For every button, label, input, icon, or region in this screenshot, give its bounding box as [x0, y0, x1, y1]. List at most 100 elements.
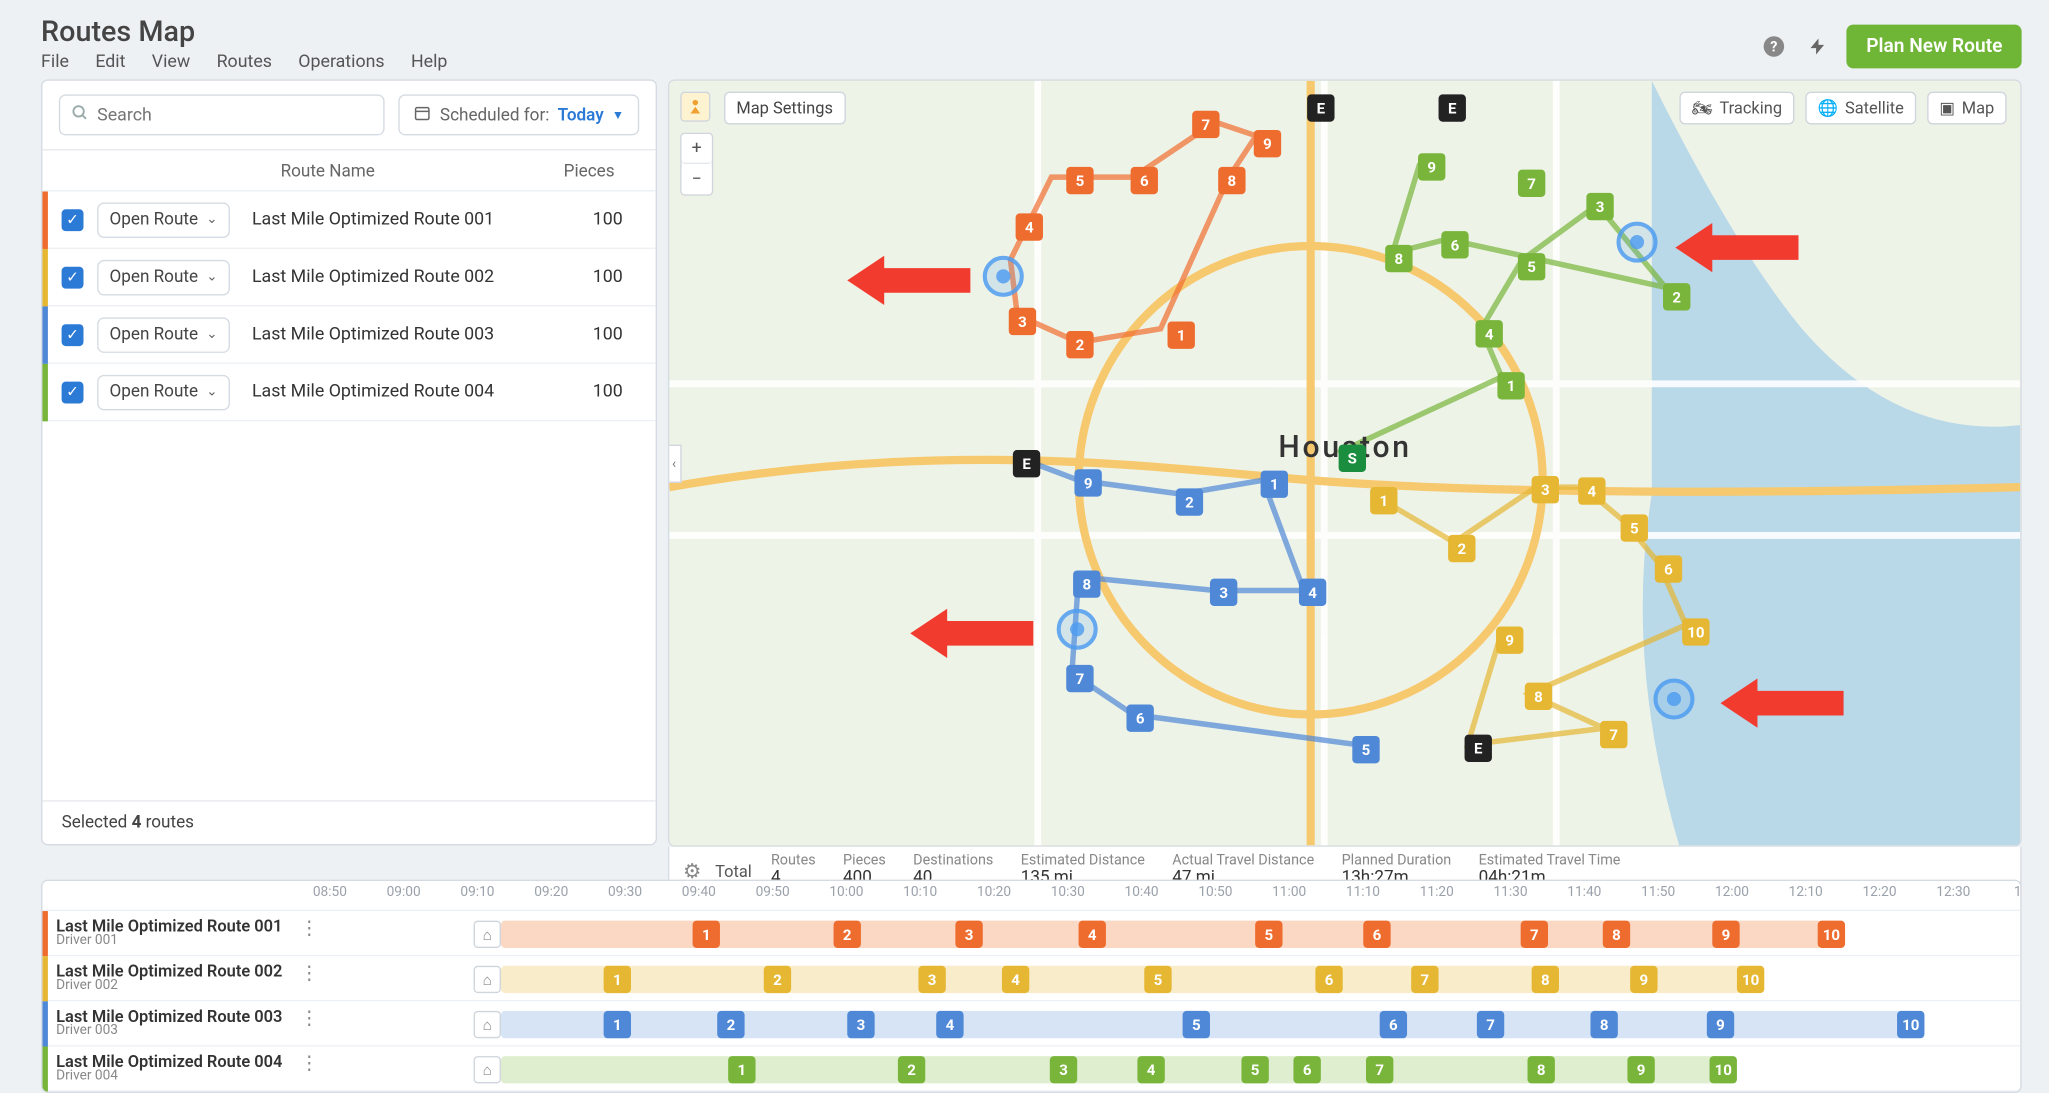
timeline-stop[interactable]: 8 — [1590, 1011, 1617, 1038]
route-row[interactable]: ✓ Open Route⌄ Last Mile Optimized Route … — [42, 249, 655, 306]
map-marker[interactable]: 9 — [1074, 469, 1101, 496]
map-marker[interactable]: 1 — [1370, 487, 1397, 514]
map-marker[interactable]: 5 — [1352, 736, 1379, 763]
timeline-stop[interactable]: 4 — [1002, 966, 1029, 993]
map-marker[interactable]: 8 — [1073, 570, 1100, 597]
more-icon[interactable]: ⋮ — [300, 1053, 319, 1075]
map-marker[interactable]: 9 — [1254, 130, 1281, 157]
timeline-row-info[interactable]: Last Mile Optimized Route 002Driver 002 … — [48, 963, 327, 994]
map-marker[interactable]: 8 — [1525, 683, 1552, 710]
timeline-stop[interactable]: 4 — [936, 1011, 963, 1038]
help-icon[interactable]: ? — [1759, 31, 1789, 61]
bolt-icon[interactable] — [1803, 31, 1833, 61]
scheduled-selector[interactable]: Scheduled for: Today ▼ — [399, 94, 639, 135]
map-marker[interactable]: 5 — [1518, 253, 1545, 280]
timeline-stop[interactable]: 10 — [1897, 1011, 1924, 1038]
home-icon[interactable]: ⌂ — [474, 921, 501, 948]
timeline-stop[interactable]: 9 — [1712, 921, 1739, 948]
timeline-row-info[interactable]: Last Mile Optimized Route 004Driver 004 … — [48, 1053, 327, 1084]
map-marker[interactable]: 2 — [1066, 331, 1093, 358]
map-marker[interactable]: 1 — [1261, 471, 1288, 498]
route-row[interactable]: ✓ Open Route⌄ Last Mile Optimized Route … — [42, 192, 655, 249]
map-marker[interactable]: S — [1339, 445, 1366, 472]
collapse-left-handle[interactable]: ‹ — [668, 445, 682, 483]
route-checkbox[interactable]: ✓ — [62, 381, 84, 403]
map-marker[interactable]: 3 — [1210, 579, 1237, 606]
home-icon[interactable]: ⌂ — [474, 1011, 501, 1038]
timeline-stop[interactable]: 8 — [1603, 921, 1630, 948]
route-checkbox[interactable]: ✓ — [62, 324, 84, 346]
menu-operations[interactable]: Operations — [298, 52, 384, 73]
menu-help[interactable]: Help — [411, 52, 447, 73]
map-marker[interactable]: 8 — [1385, 245, 1412, 272]
timeline-stop[interactable]: 6 — [1315, 966, 1342, 993]
map-marker[interactable]: E — [1465, 735, 1492, 762]
timeline-stop[interactable]: 1 — [693, 921, 720, 948]
timeline-stop[interactable]: 7 — [1521, 921, 1548, 948]
timeline-stop[interactable]: 9 — [1627, 1056, 1654, 1083]
timeline-stop[interactable]: 7 — [1366, 1056, 1393, 1083]
map-marker[interactable]: 4 — [1475, 320, 1502, 347]
timeline-stop[interactable]: 1 — [728, 1056, 755, 1083]
menu-file[interactable]: File — [41, 52, 69, 73]
open-route-button[interactable]: Open Route⌄ — [97, 374, 230, 410]
timeline-stop[interactable]: 1 — [604, 1011, 631, 1038]
open-route-button[interactable]: Open Route⌄ — [97, 259, 230, 295]
map-marker[interactable]: 2 — [1448, 535, 1475, 562]
timeline-stop[interactable]: 3 — [847, 1011, 874, 1038]
timeline-stop[interactable]: 2 — [764, 966, 791, 993]
menu-routes[interactable]: Routes — [217, 52, 272, 73]
satellite-toggle[interactable]: 🌐 Satellite — [1805, 92, 1916, 125]
home-icon[interactable]: ⌂ — [474, 1056, 501, 1083]
more-icon[interactable]: ⋮ — [300, 917, 319, 939]
open-route-button[interactable]: Open Route⌄ — [97, 202, 230, 238]
menu-view[interactable]: View — [152, 52, 190, 73]
map-marker[interactable]: 1 — [1497, 372, 1524, 399]
timeline-stop[interactable]: 8 — [1532, 966, 1559, 993]
map-marker[interactable]: 7 — [1192, 111, 1219, 138]
timeline-stop[interactable]: 3 — [918, 966, 945, 993]
map-marker[interactable]: 5 — [1621, 514, 1648, 541]
timeline-stop[interactable]: 10 — [1710, 1056, 1737, 1083]
map-marker[interactable]: 7 — [1600, 721, 1627, 748]
map-marker[interactable]: 7 — [1066, 665, 1093, 692]
map-marker[interactable]: 6 — [1441, 231, 1468, 258]
route-checkbox[interactable]: ✓ — [62, 266, 84, 288]
timeline-stop[interactable]: 10 — [1737, 966, 1764, 993]
more-icon[interactable]: ⋮ — [300, 963, 319, 985]
streetview-icon[interactable] — [680, 92, 710, 122]
map-marker[interactable]: 9 — [1418, 153, 1445, 180]
map-marker[interactable]: 10 — [1682, 618, 1709, 645]
timeline-stop[interactable]: 4 — [1137, 1056, 1164, 1083]
map-toggle[interactable]: ▣ Map — [1927, 92, 2007, 125]
map-marker[interactable]: 6 — [1126, 704, 1153, 731]
map-settings-button[interactable]: Map Settings — [724, 92, 845, 125]
map-marker[interactable]: 4 — [1016, 213, 1043, 240]
timeline-stop[interactable]: 3 — [955, 921, 982, 948]
timeline-stop[interactable]: 6 — [1363, 921, 1390, 948]
map-marker[interactable]: 8 — [1218, 167, 1245, 194]
map-marker[interactable]: 1 — [1168, 321, 1195, 348]
menu-edit[interactable]: Edit — [95, 52, 125, 73]
timeline-row-info[interactable]: Last Mile Optimized Route 003Driver 003 … — [48, 1008, 327, 1039]
timeline-stop[interactable]: 6 — [1380, 1011, 1407, 1038]
map-marker[interactable]: E — [1013, 450, 1040, 477]
home-icon[interactable]: ⌂ — [474, 966, 501, 993]
tracking-toggle[interactable]: 🏍 Tracking — [1679, 92, 1794, 125]
map-marker[interactable]: 2 — [1663, 283, 1690, 310]
zoom-out-button[interactable]: − — [682, 164, 712, 194]
map-marker[interactable]: 7 — [1518, 170, 1545, 197]
search-input[interactable] — [97, 105, 373, 126]
timeline-stop[interactable]: 5 — [1183, 1011, 1210, 1038]
map-marker[interactable]: 3 — [1586, 193, 1613, 220]
timeline-stop[interactable]: 9 — [1707, 1011, 1734, 1038]
map-marker[interactable]: 6 — [1131, 167, 1158, 194]
route-row[interactable]: ✓ Open Route⌄ Last Mile Optimized Route … — [42, 364, 655, 421]
timeline-stop[interactable]: 2 — [834, 921, 861, 948]
timeline-stop[interactable]: 9 — [1630, 966, 1657, 993]
plan-new-route-button[interactable]: Plan New Route — [1847, 25, 2022, 69]
timeline-stop[interactable]: 7 — [1411, 966, 1438, 993]
timeline-stop[interactable]: 1 — [604, 966, 631, 993]
route-checkbox[interactable]: ✓ — [62, 209, 84, 231]
timeline-stop[interactable]: 2 — [717, 1011, 744, 1038]
